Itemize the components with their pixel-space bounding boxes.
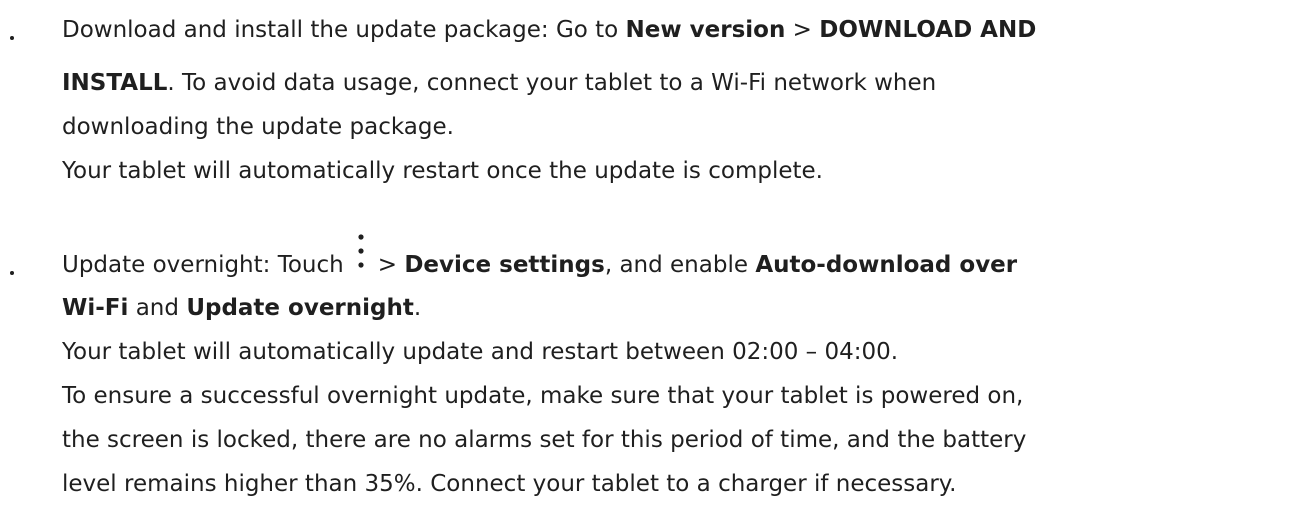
bullet1-line1: Download and install the update package:… bbox=[62, 10, 1036, 50]
more-vertical-icon bbox=[348, 234, 374, 285]
install-label: INSTALL bbox=[62, 70, 168, 96]
update-overnight-label: Update overnight bbox=[186, 295, 414, 321]
separator: > bbox=[785, 17, 820, 43]
bullet1-intro: Download and install the update package:… bbox=[62, 17, 626, 43]
download-and-install-label: DOWNLOAD AND bbox=[819, 17, 1037, 43]
and-text: and bbox=[128, 295, 187, 321]
bullet2-line3: Your tablet will automatically update an… bbox=[62, 339, 899, 365]
bullet2-line6: level remains higher than 35%. Connect y… bbox=[62, 471, 957, 497]
bullet-marker bbox=[10, 271, 14, 275]
auto-download-label: Auto-download over bbox=[755, 252, 1018, 278]
bullet1-line2: INSTALL. To avoid data usage, connect yo… bbox=[62, 63, 936, 103]
device-settings-label: Device settings bbox=[404, 252, 605, 278]
bullet2-intro: Update overnight: Touch bbox=[62, 252, 344, 278]
bullet-marker bbox=[10, 36, 14, 40]
bullet1-rest: . To avoid data usage, connect your tabl… bbox=[167, 70, 937, 96]
update-instructions: Download and install the update package:… bbox=[0, 0, 1307, 531]
bullet2-line4: To ensure a successful overnight update,… bbox=[62, 383, 1024, 409]
bullet1-line4: Your tablet will automatically restart o… bbox=[62, 158, 823, 184]
separator: > bbox=[377, 252, 405, 278]
new-version-label: New version bbox=[625, 17, 786, 43]
bullet2-line2: Wi-Fi and Update overnight. bbox=[62, 288, 421, 328]
bullet2-mid: , and enable bbox=[604, 252, 756, 278]
period: . bbox=[413, 295, 422, 321]
wifi-label: Wi-Fi bbox=[62, 295, 129, 321]
bullet1-line3: downloading the update package. bbox=[62, 114, 454, 140]
bullet2-line5: the screen is locked, there are no alarm… bbox=[62, 427, 1027, 453]
bullet2-line1: Update overnight: Touch > Device settings… bbox=[62, 234, 1018, 285]
